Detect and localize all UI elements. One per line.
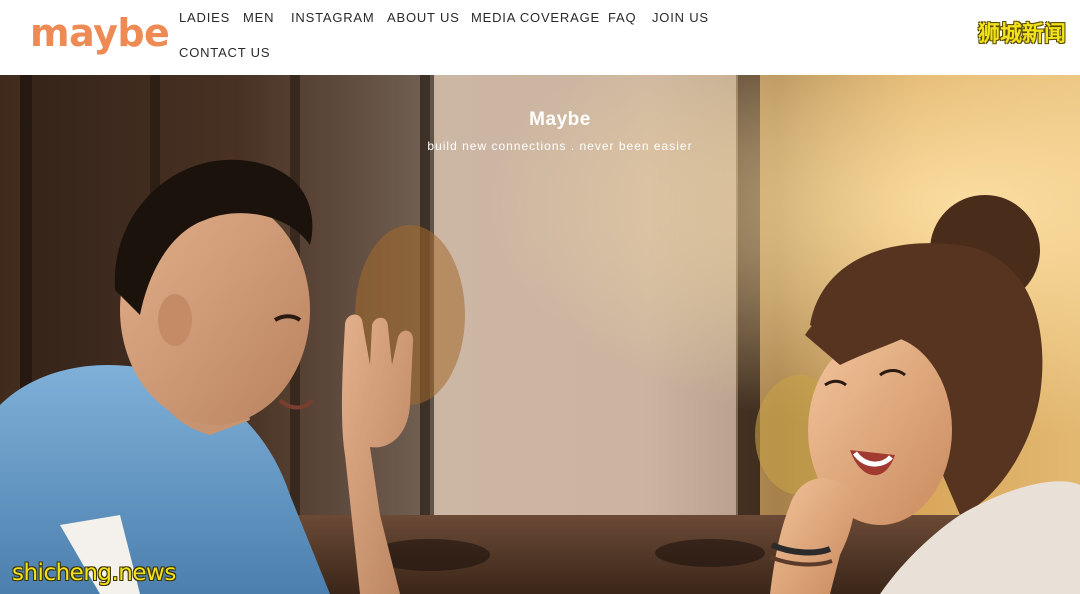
nav-item-faq[interactable]: FAQ [608, 10, 636, 25]
nav-item-about-us[interactable]: ABOUT US [387, 10, 460, 25]
nav-item-ladies[interactable]: LADIES [179, 10, 230, 25]
nav-item-men[interactable]: MEN [243, 10, 274, 25]
nav-item-contact-us[interactable]: CONTACT US [179, 45, 270, 60]
hero-subtitle: build new connections . never been easie… [427, 139, 693, 153]
nav-item-join-us[interactable]: JOIN US [652, 10, 709, 25]
nav-item-media-coverage[interactable]: MEDIA COVERAGE [471, 10, 600, 25]
hero-title: Maybe [529, 109, 591, 130]
site-header: maybe LADIES MEN INSTAGRAM ABOUT US MEDI… [0, 0, 1080, 75]
nav-item-instagram[interactable]: INSTAGRAM [291, 10, 375, 25]
hero-banner: Maybe build new connections . never been… [0, 75, 1080, 594]
watermark-bottom-left: shicheng.news [12, 560, 176, 586]
site-logo[interactable]: maybe [30, 8, 170, 58]
watermark-top-right: 狮城新闻 [977, 22, 1066, 47]
page: maybe LADIES MEN INSTAGRAM ABOUT US MEDI… [0, 0, 1080, 594]
